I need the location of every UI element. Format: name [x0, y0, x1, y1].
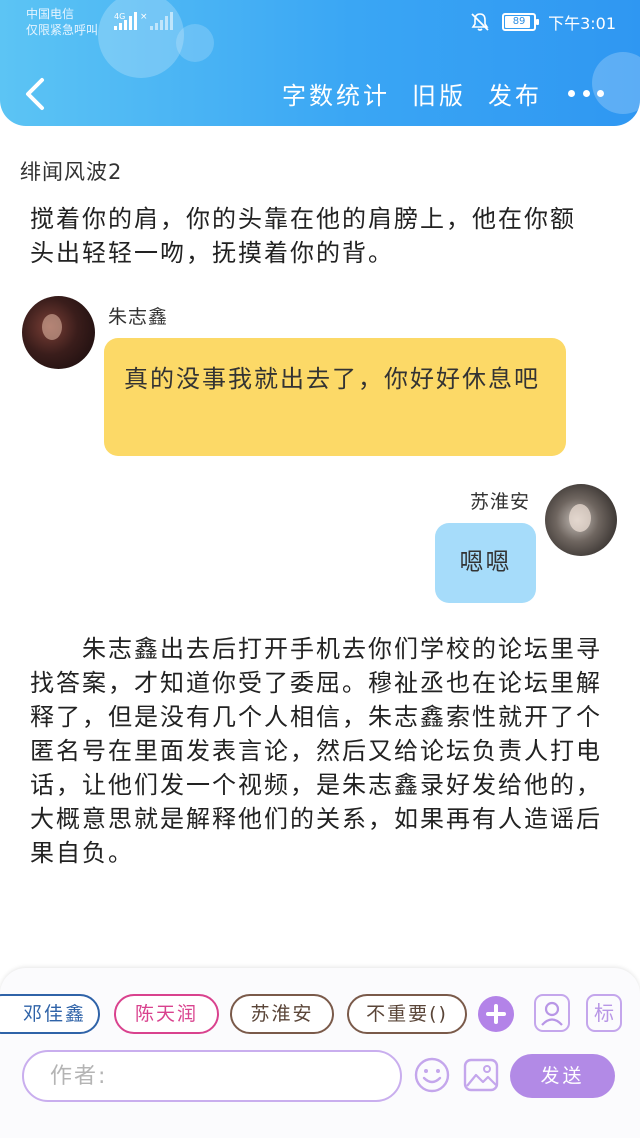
- tag-icon[interactable]: 标: [586, 994, 622, 1032]
- avatar-left[interactable]: [22, 296, 95, 369]
- chapter-title: 绯闻风波2: [20, 160, 123, 184]
- role-chip[interactable]: 不重要(): [347, 994, 467, 1034]
- publish-button[interactable]: 发布: [488, 76, 542, 111]
- speaker-name-left: 朱志鑫: [108, 306, 169, 328]
- carrier-name: 中国电信: [26, 7, 75, 21]
- add-role-plus-icon[interactable]: [478, 996, 514, 1032]
- battery-icon: 89: [502, 13, 540, 31]
- emoji-icon[interactable]: [413, 1056, 451, 1094]
- signal-icon: 4G ×: [114, 12, 173, 30]
- svg-text:×: ×: [140, 12, 148, 22]
- role-chip[interactable]: 陈天润: [114, 994, 219, 1034]
- header-actions: 字数统计 旧版 发布: [282, 76, 604, 111]
- role-chip[interactable]: 苏淮安: [230, 994, 334, 1034]
- mute-bell-icon: [471, 13, 489, 31]
- role-chip[interactable]: 邓佳鑫: [0, 994, 100, 1034]
- speaker-name-right: 苏淮安: [469, 491, 530, 513]
- avatar-right[interactable]: [545, 484, 617, 556]
- chat-bubble-right: 嗯嗯: [435, 523, 536, 603]
- battery-level: 89: [512, 16, 526, 27]
- more-dots-icon[interactable]: [568, 79, 604, 109]
- clock: 下午3:01: [548, 14, 616, 33]
- network-type: 4G: [114, 12, 125, 21]
- author-input[interactable]: [22, 1050, 402, 1102]
- back-arrow-icon[interactable]: [20, 74, 50, 114]
- send-button[interactable]: 发送: [510, 1054, 615, 1098]
- contact-card-icon[interactable]: [534, 994, 570, 1032]
- carrier-info: 中国电信 仅限紧急呼叫: [26, 6, 98, 38]
- story-paragraph: 搅着你的肩，你的头靠在他的肩膀上，他在你额头出轻轻一吻，抚摸着你的背。: [30, 205, 576, 267]
- image-icon[interactable]: [462, 1056, 500, 1094]
- editor-bottom-bar: 邓佳鑫 陈天润 苏淮安 不重要() 标 发送: [0, 968, 640, 1138]
- top-header: 中国电信 仅限紧急呼叫 4G × 89 下午3:01 字数统计 旧版 发布: [0, 0, 640, 126]
- story-paragraph: 朱志鑫出去后打开手机去你们学校的论坛里寻找答案，才知道你受了委屈。穆祉丞也在论坛…: [30, 635, 602, 867]
- decorative-bubble: [176, 24, 214, 62]
- role-chip-row: 邓佳鑫 陈天润 苏淮安 不重要() 标: [0, 994, 640, 1038]
- status-right: 89 下午3:01: [470, 10, 616, 34]
- old-version-button[interactable]: 旧版: [412, 76, 466, 111]
- word-count-button[interactable]: 字数统计: [282, 76, 390, 111]
- emergency-only-text: 仅限紧急呼叫: [26, 23, 99, 37]
- chat-bubble-left: 真的没事我就出去了，你好好休息吧: [104, 338, 566, 456]
